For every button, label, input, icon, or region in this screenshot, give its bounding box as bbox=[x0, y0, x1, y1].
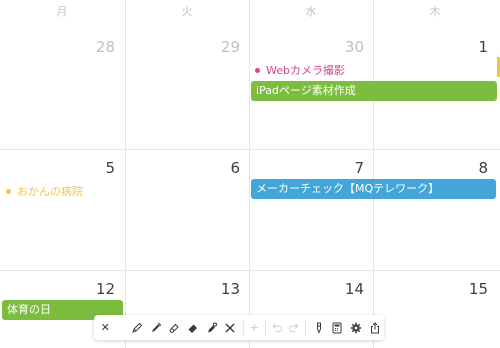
highlighter-icon bbox=[169, 323, 180, 333]
day-cell-14[interactable]: 14 bbox=[324, 280, 364, 298]
column-divider bbox=[249, 0, 250, 348]
event-maker-check[interactable]: メーカーチェック【MQテレワーク】 bbox=[251, 179, 496, 199]
pen-settings-icon bbox=[316, 322, 321, 334]
toolbar-divider bbox=[264, 320, 266, 335]
day-cell-29[interactable]: 29 bbox=[200, 38, 240, 56]
day-cell-8[interactable]: 8 bbox=[448, 159, 488, 177]
lasso-icon bbox=[207, 322, 217, 332]
day-cell-15[interactable]: 15 bbox=[448, 280, 488, 298]
row-divider bbox=[0, 149, 500, 150]
gear-icon bbox=[350, 322, 362, 333]
share-button[interactable] bbox=[365, 315, 384, 340]
eraser-icon bbox=[188, 324, 198, 333]
event-dot-icon bbox=[6, 188, 11, 194]
plus-icon: + bbox=[249, 321, 259, 334]
eraser-tool-button[interactable] bbox=[184, 315, 203, 340]
event-label: おかんの病院 bbox=[17, 185, 83, 198]
column-divider bbox=[125, 0, 126, 348]
weekday-mon: 月 bbox=[56, 5, 68, 18]
calculator-icon bbox=[332, 322, 342, 333]
event-webcam-shoot[interactable]: Webカメラ撮影 bbox=[255, 62, 345, 78]
day-cell-28[interactable]: 28 bbox=[75, 38, 115, 56]
day-cell-30[interactable]: 30 bbox=[324, 38, 364, 56]
calendar-grid: 月 火 水 木 28 29 30 1 5 6 7 8 12 13 14 15 W… bbox=[0, 0, 500, 348]
clear-icon bbox=[225, 323, 235, 332]
column-divider bbox=[373, 0, 374, 348]
share-icon bbox=[370, 321, 379, 333]
day-cell-1[interactable]: 1 bbox=[448, 38, 488, 56]
day-cell-5[interactable]: 5 bbox=[75, 159, 115, 177]
marker-tool-button[interactable] bbox=[146, 315, 165, 340]
clear-tool-button[interactable] bbox=[221, 315, 240, 340]
calculator-button[interactable] bbox=[328, 315, 347, 340]
day-cell-7[interactable]: 7 bbox=[324, 159, 364, 177]
weekday-wed: 水 bbox=[305, 5, 317, 18]
annotation-toolbar: ✕ + bbox=[94, 315, 384, 340]
weekday-thu: 木 bbox=[429, 5, 441, 18]
day-cell-13[interactable]: 13 bbox=[200, 280, 240, 298]
settings-button[interactable] bbox=[347, 315, 366, 340]
redo-icon bbox=[289, 323, 299, 333]
toolbar-divider bbox=[305, 320, 307, 335]
pencil-tool-button[interactable] bbox=[128, 315, 147, 340]
undo-icon bbox=[272, 323, 282, 333]
row-divider bbox=[0, 270, 500, 271]
redo-button[interactable] bbox=[285, 315, 302, 340]
day-cell-6[interactable]: 6 bbox=[200, 159, 240, 177]
lasso-tool-button[interactable] bbox=[202, 315, 221, 340]
event-dot-icon bbox=[255, 67, 260, 73]
add-tool-button[interactable]: + bbox=[247, 315, 262, 340]
event-mom-hospital[interactable]: おかんの病院 bbox=[6, 183, 83, 199]
close-icon: ✕ bbox=[100, 321, 110, 334]
weekday-tue: 火 bbox=[181, 5, 193, 18]
close-toolbar-button[interactable]: ✕ bbox=[94, 315, 116, 340]
undo-button[interactable] bbox=[269, 315, 286, 340]
toolbar-divider bbox=[242, 320, 244, 335]
highlighter-tool-button[interactable] bbox=[165, 315, 184, 340]
marker-icon bbox=[151, 322, 161, 332]
pencil-icon bbox=[132, 322, 143, 333]
event-ipad-materials[interactable]: iPadページ素材作成 bbox=[251, 81, 497, 101]
event-label: Webカメラ撮影 bbox=[266, 64, 345, 77]
pen-settings-button[interactable] bbox=[309, 315, 328, 340]
day-cell-12[interactable]: 12 bbox=[75, 280, 115, 298]
